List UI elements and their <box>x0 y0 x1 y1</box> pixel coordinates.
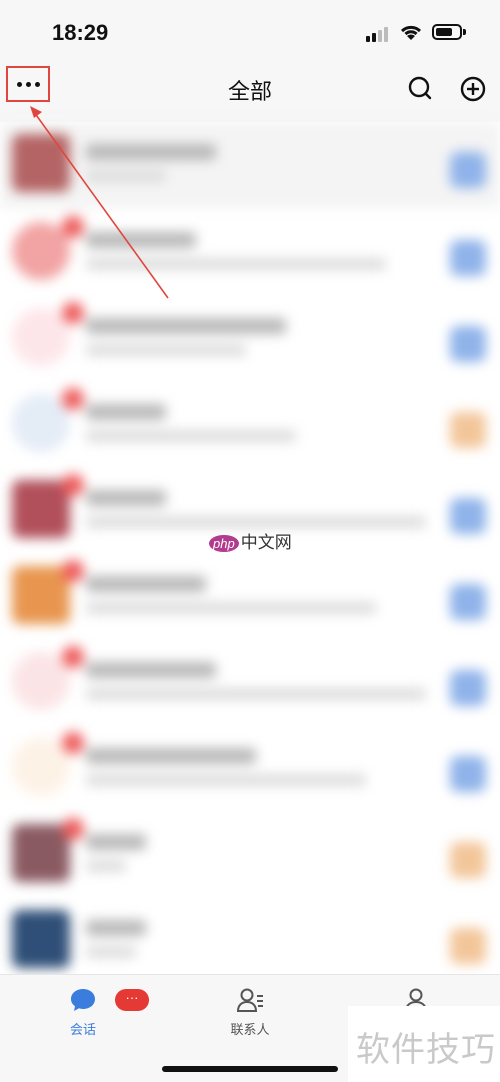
watermark-text: 中文网 <box>240 533 292 552</box>
plus-circle-icon[interactable] <box>458 74 488 104</box>
list-item[interactable] <box>0 122 500 208</box>
watermark: php 中文网 <box>209 528 292 553</box>
battery-icon <box>432 24 462 40</box>
corner-watermark-text: 软件技巧 <box>356 1030 496 1070</box>
avatar <box>12 222 70 280</box>
list-item[interactable] <box>0 898 500 974</box>
list-item[interactable] <box>0 210 500 296</box>
unread-badge: ··· <box>115 989 149 1011</box>
avatar <box>12 738 70 796</box>
cellular-signal-icon <box>366 26 392 42</box>
tab-contacts[interactable]: 联系人 <box>200 985 300 1038</box>
avatar <box>12 480 70 538</box>
search-icon[interactable] <box>406 74 436 104</box>
avatar <box>12 910 70 968</box>
avatar <box>12 824 70 882</box>
tab-conversations[interactable]: 会话 ··· <box>33 985 149 1038</box>
avatar <box>12 308 70 366</box>
contacts-icon <box>236 988 263 1012</box>
list-item[interactable] <box>0 296 500 382</box>
status-bar: 18:29 <box>0 0 500 64</box>
avatar <box>12 394 70 452</box>
list-item[interactable] <box>0 382 500 468</box>
watermark-logo: php <box>209 535 239 552</box>
avatar <box>12 652 70 710</box>
tab-label: 会话 <box>69 1022 96 1037</box>
chat-bubble-icon <box>71 989 95 1011</box>
avatar <box>12 566 70 624</box>
avatar <box>12 134 70 192</box>
list-item[interactable] <box>0 812 500 898</box>
list-item[interactable] <box>0 726 500 812</box>
list-item[interactable] <box>0 640 500 726</box>
list-item[interactable] <box>0 554 500 640</box>
wifi-icon <box>400 25 422 40</box>
tab-label: 联系人 <box>230 1022 270 1037</box>
nav-bar: 全部 <box>0 64 500 122</box>
corner-watermark: 软件技巧 <box>348 1006 500 1082</box>
status-time: 18:29 <box>52 20 109 45</box>
home-indicator <box>162 1066 338 1072</box>
